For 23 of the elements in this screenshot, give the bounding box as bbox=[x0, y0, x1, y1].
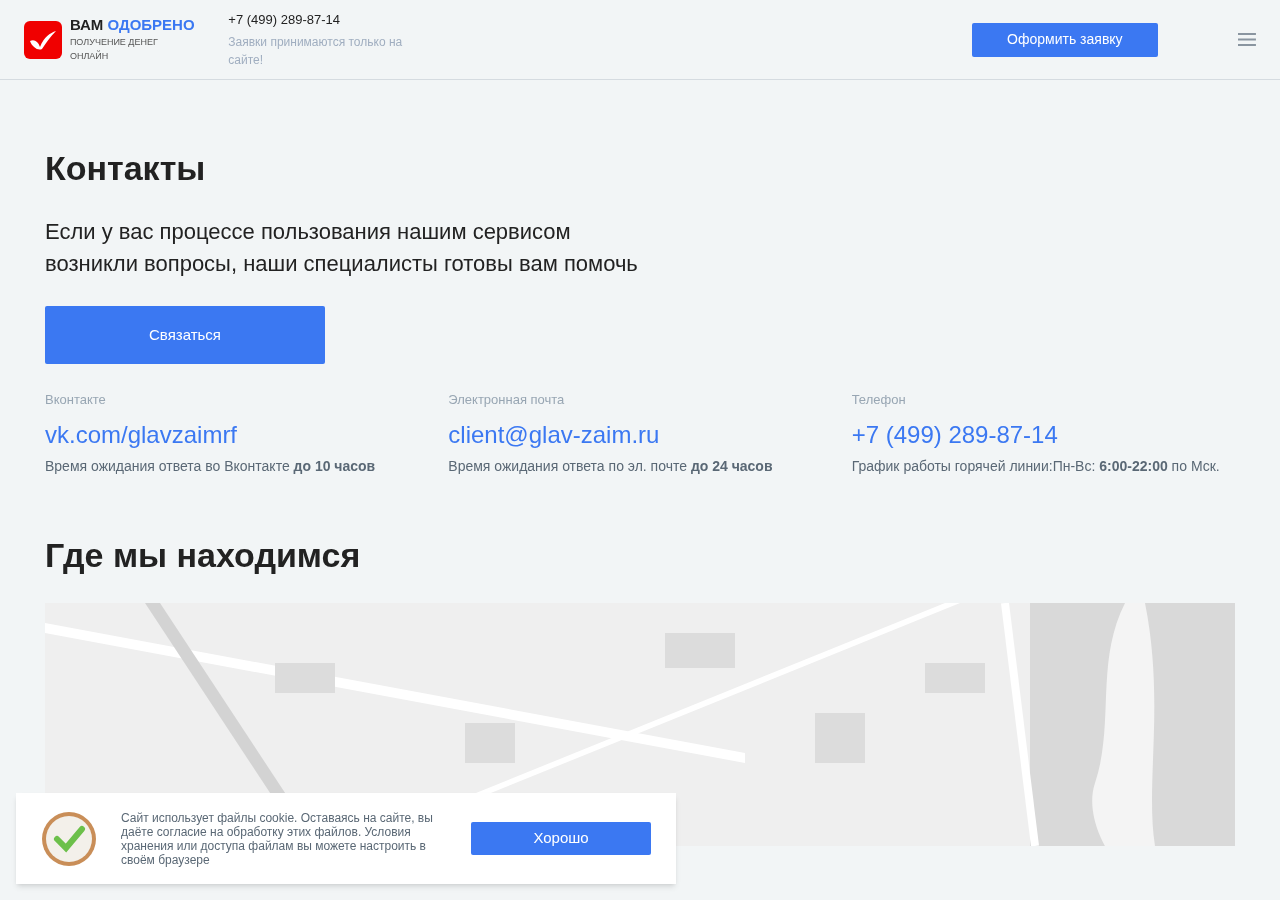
contact-info: График работы горячей линии:Пн-Вс: 6:00-22:00 по Мск. bbox=[851, 456, 1221, 476]
checkmark-icon bbox=[41, 810, 97, 867]
contact-label: Вконтакте bbox=[45, 391, 107, 409]
contact-link[interactable]: vk.com/glavzaimrf bbox=[45, 419, 429, 450]
brand-tagline: ПОЛУЧЕНИЕ ДЕНЕГ ОНЛАЙН bbox=[69, 36, 159, 63]
logo-icon bbox=[24, 20, 62, 59]
section-title: Где мы находимся bbox=[45, 534, 362, 575]
apply-button[interactable]: Оформить заявку bbox=[971, 22, 1159, 57]
ok-button[interactable]: Хорошо bbox=[471, 822, 651, 855]
page-title: Контакты bbox=[45, 148, 207, 188]
contact-info: Время ожидания ответа во Вконтакте до 10 часов bbox=[45, 456, 377, 476]
contact-label: Телефон bbox=[851, 391, 907, 409]
lead-text: Если у вас процессе пользования нашим сервисом возникли вопросы, наши специалисты готовы вам помочь bbox=[45, 218, 639, 278]
contact-info: Время ожидания ответа по эл. почте до 24 часов bbox=[448, 456, 774, 476]
contact-link[interactable]: client@glav-zaim.ru bbox=[448, 419, 832, 450]
brand-name: ВАМ ОДОБРЕНО bbox=[69, 16, 196, 34]
contact-label: Электронная почта bbox=[448, 391, 566, 409]
header-note: Заявки принимаются только на сайте! bbox=[228, 34, 404, 70]
cookie-text: Сайт использует файлы cookie. Оставаясь на сайте, вы даёте согласие на обработку этих файлов. Условия хранения или доступа файлам вы можете настроить в своём браузере bbox=[121, 810, 434, 867]
contact-link[interactable]: +7 (499) 289-87-14 bbox=[851, 419, 1235, 450]
header-phone: +7 (499) 289-87-14 bbox=[228, 10, 341, 29]
contact-button[interactable]: Связаться bbox=[45, 306, 325, 364]
menu-icon[interactable] bbox=[1238, 33, 1256, 46]
